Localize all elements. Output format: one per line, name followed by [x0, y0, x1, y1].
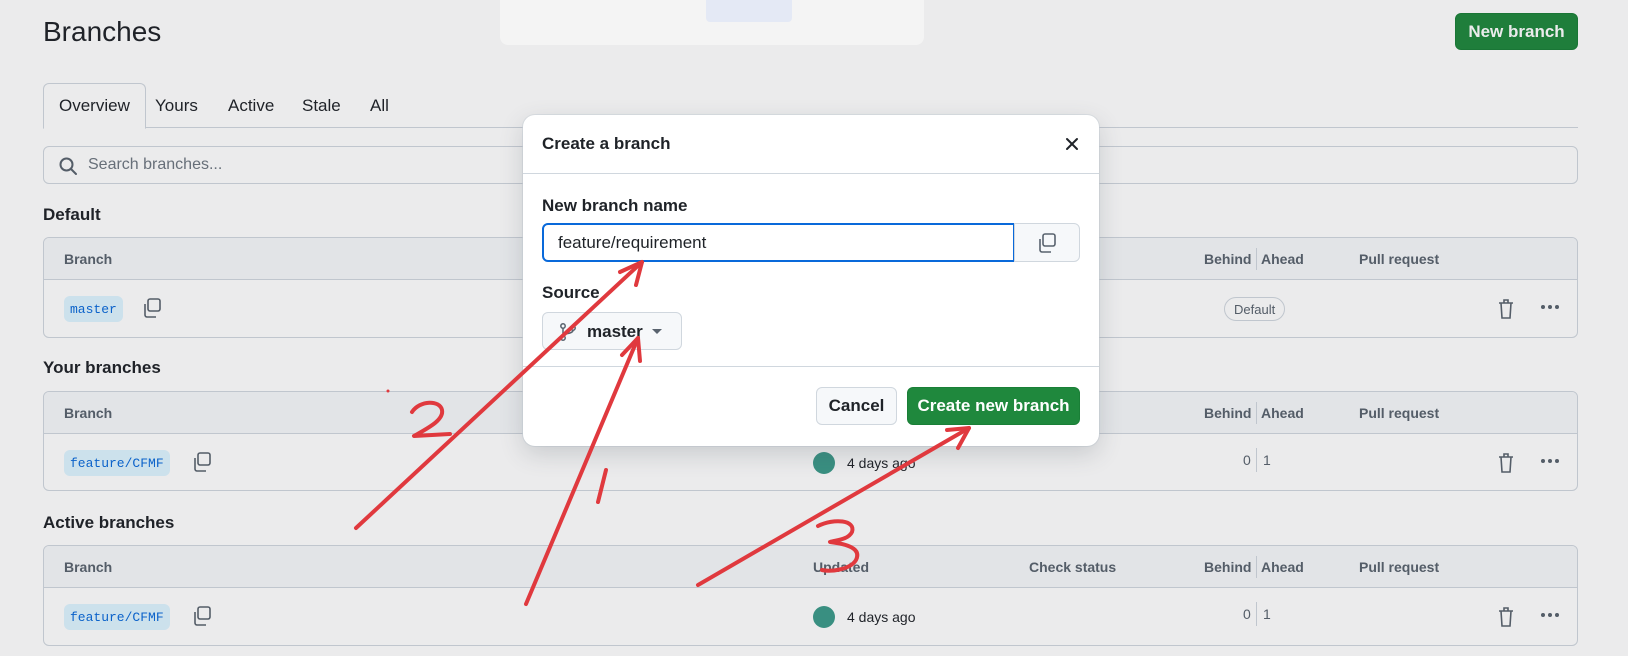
source-branch-select[interactable]: master: [542, 312, 682, 350]
cancel-button[interactable]: Cancel: [816, 387, 897, 425]
create-branch-dialog: Create a branch New branch name Source m…: [523, 115, 1099, 446]
caret-down-icon: [652, 329, 662, 334]
copy-name-button[interactable]: [1014, 223, 1080, 262]
dialog-header: Create a branch: [523, 115, 1099, 174]
background-dialog-button-ghost: [706, 0, 792, 22]
create-new-branch-button[interactable]: Create new branch: [907, 387, 1080, 425]
copy-icon: [1039, 232, 1056, 253]
dialog-footer-divider: [523, 366, 1099, 367]
branch-name-input[interactable]: [542, 223, 1015, 262]
git-branch-icon: [560, 323, 576, 341]
branch-name-label: New branch name: [542, 196, 688, 215]
close-icon[interactable]: [1063, 135, 1081, 153]
source-label: Source: [542, 283, 600, 302]
source-branch-value: master: [587, 322, 643, 341]
dialog-title: Create a branch: [542, 134, 671, 153]
